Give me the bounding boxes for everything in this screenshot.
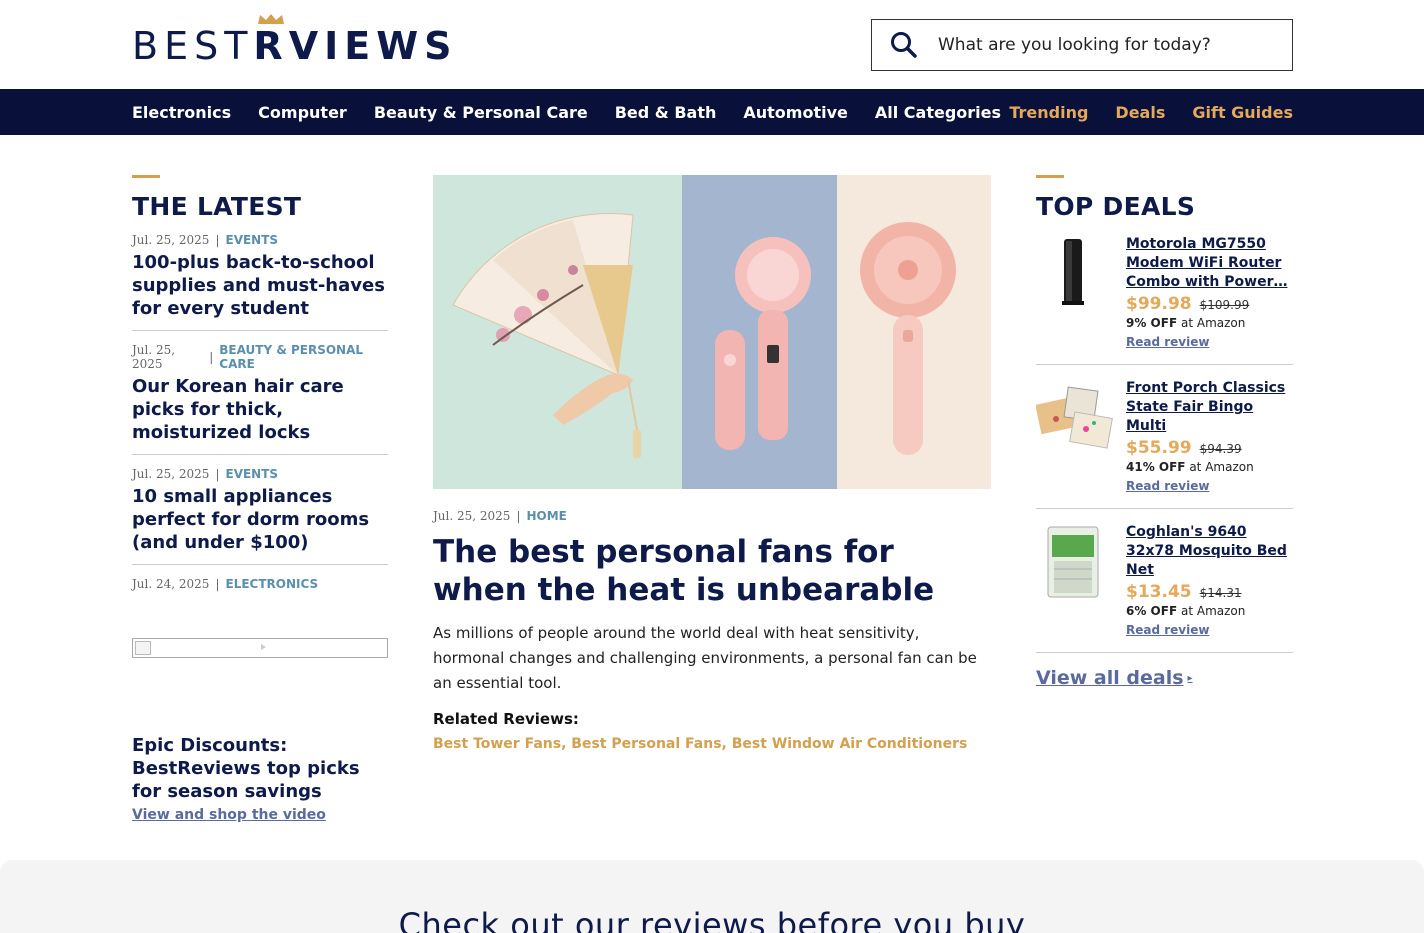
meta-separator: | [215,577,220,591]
nav-computer[interactable]: Computer [258,103,347,122]
deal-old-price: $109.99 [1199,298,1250,312]
item-category[interactable]: ELECTRONICS [226,577,319,591]
reviews-cta-band: Check out our reviews before you buy [0,860,1424,933]
item-date: Jul. 25, 2025 [132,467,210,481]
item-title[interactable]: Our Korean hair care picks for thick, mo… [132,375,388,444]
article-description: As millions of people around the world d… [433,624,977,692]
deal-item[interactable]: Coghlan's 9640 32x78 Mosquito Bed Net $1… [1036,509,1293,653]
search-input[interactable] [938,35,1278,55]
promo-title[interactable]: Epic Discounts: BestReviews top picks fo… [132,734,388,803]
item-category[interactable]: EVENTS [226,467,279,481]
nav-all-categories[interactable]: All Categories [875,103,1001,122]
section-accent-bar [1036,175,1064,178]
item-date: Jul. 24, 2025 [132,577,210,591]
broken-image-icon [135,641,151,655]
featured-article: Jul. 25, 2025 | HOME The best personal f… [433,175,991,752]
nav-electronics[interactable]: Electronics [132,103,231,122]
deals-heading: TOP DEALS [1036,192,1196,221]
item-category[interactable]: BEAUTY & PERSONAL CARE [219,343,388,371]
article-date: Jul. 25, 2025 [433,509,511,523]
deal-discount: 41% OFF at Amazon [1126,460,1254,474]
item-date: Jul. 25, 2025 [132,233,210,247]
item-title[interactable]: 100-plus back-to-school supplies and mus… [132,251,388,320]
related-link-personal-fans[interactable]: Best Personal Fans [571,736,721,752]
deal-old-price: $14.31 [1199,586,1242,600]
related-reviews-links: Best Tower Fans, Best Personal Fans, Bes… [433,736,968,752]
item-date: Jul. 25, 2025 [132,343,176,371]
section-accent-bar [132,175,160,178]
view-all-deals-link[interactable]: View all deals ▸ [1036,667,1193,689]
latest-section: THE LATEST Jul. 25, 2025 | EVENTS 100-pl… [132,175,388,601]
main-nav: Electronics Computer Beauty & Personal C… [0,89,1424,135]
search-bar[interactable] [871,19,1293,71]
list-item[interactable]: Jul. 25, 2025 | BEAUTY & PERSONAL CARE O… [132,331,388,455]
deal-item[interactable]: Front Porch Classics State Fair Bingo Mu… [1035,365,1293,509]
deal-item[interactable]: Motorola MG7550 Modem WiFi Router Combo … [1036,221,1293,365]
deal-price: $13.45 [1126,582,1192,602]
nav-deals[interactable]: Deals [1115,103,1165,122]
meta-separator: | [215,233,220,247]
promo-video-link[interactable]: View and shop the video [132,807,388,823]
nav-automotive[interactable]: Automotive [743,103,848,122]
chevron-right-icon: ▸ [1187,672,1193,684]
reviews-cta-title: Check out our reviews before you buy [398,906,1026,933]
nav-bed-bath[interactable]: Bed & Bath [615,103,717,122]
list-item[interactable]: Jul. 25, 2025 | EVENTS 10 small applianc… [132,455,388,565]
deal-image-bingo[interactable] [1035,379,1116,459]
meta-separator: | [215,467,220,481]
article-title[interactable]: The best personal fans for when the heat… [433,533,991,609]
deal-image-mosquito-net[interactable] [1036,523,1116,603]
deal-price: $55.99 [1126,438,1192,458]
deal-discount: 9% OFF at Amazon [1126,316,1246,330]
related-reviews-label: Related Reviews: [433,710,579,728]
site-header: BEST R VIEWS [0,0,1424,89]
bestreviews-logo[interactable]: BEST R VIEWS [132,14,458,68]
personal-fans-illustration [433,175,991,489]
video-player-placeholder[interactable] [132,638,388,658]
logo-text-views: VIEWS [288,24,458,68]
article-category[interactable]: HOME [527,509,567,523]
top-deals-section: TOP DEALS Motorola MG7550 Modem WiFi Rou… [1035,175,1293,689]
meta-separator: | [209,350,214,364]
list-item[interactable]: Jul. 24, 2025 | ELECTRONICS [132,565,388,601]
logo-text-r: R [253,14,288,68]
deal-old-price: $94.39 [1199,442,1242,456]
deal-name[interactable]: Coghlan's 9640 32x78 Mosquito Bed Net [1126,523,1293,580]
crown-icon [258,14,285,24]
search-icon[interactable] [890,31,918,59]
list-item[interactable]: Jul. 25, 2025 | EVENTS 100-plus back-to-… [132,221,388,331]
nav-gift-guides[interactable]: Gift Guides [1192,103,1293,122]
read-review-link[interactable]: Read review [1126,335,1293,349]
related-link-tower-fans[interactable]: Best Tower Fans [433,736,561,752]
item-category[interactable]: EVENTS [226,233,279,247]
read-review-link[interactable]: Read review [1126,623,1293,637]
deal-image-router[interactable] [1036,235,1116,315]
deal-name[interactable]: Motorola MG7550 Modem WiFi Router Combo … [1126,235,1293,292]
related-link-window-ac[interactable]: Best Window Air Conditioners [732,736,968,752]
item-title[interactable]: 10 small appliances perfect for dorm roo… [132,485,388,554]
play-icon[interactable] [261,644,266,650]
logo-text-best: BEST [132,24,254,68]
deal-discount: 6% OFF at Amazon [1126,604,1246,618]
meta-separator: | [516,509,521,523]
latest-heading: THE LATEST [132,192,302,221]
read-review-link[interactable]: Read review [1126,479,1293,493]
promo-block: Epic Discounts: BestReviews top picks fo… [132,734,388,823]
deal-name[interactable]: Front Porch Classics State Fair Bingo Mu… [1126,379,1293,436]
deal-price: $99.98 [1126,294,1192,314]
nav-trending[interactable]: Trending [1009,103,1088,122]
featured-image[interactable] [433,175,991,489]
nav-beauty-personal-care[interactable]: Beauty & Personal Care [374,103,588,122]
